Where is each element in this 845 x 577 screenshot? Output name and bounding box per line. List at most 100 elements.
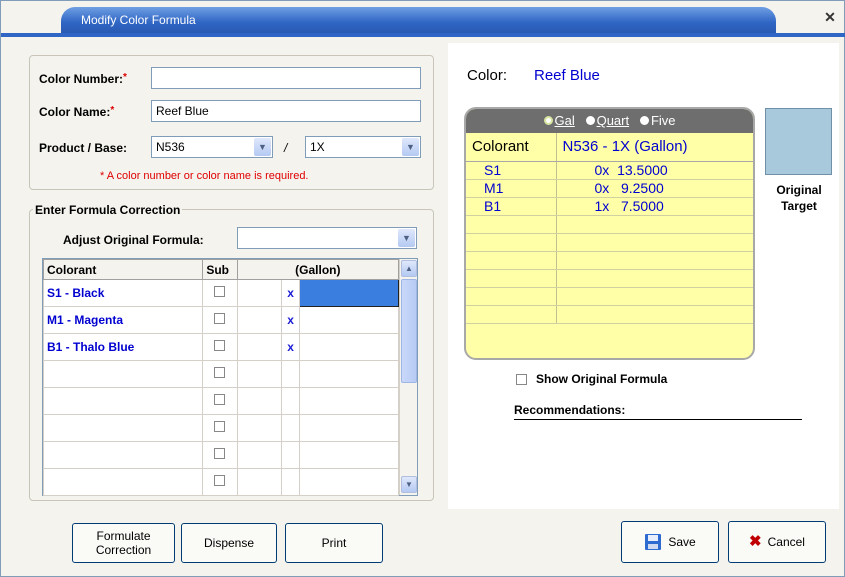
formula-row: S1 0x 13.5000 [466,161,753,180]
sub-cell [202,333,238,361]
color-label: Color: [467,67,508,84]
count-cell[interactable] [236,468,283,496]
sub-cell [202,441,238,469]
amount-cell[interactable] [299,468,399,496]
colorant-cell[interactable] [42,468,204,496]
amount-cell-selected[interactable] [299,279,399,307]
original-target-label: Original Target [767,182,831,214]
scroll-down-icon[interactable]: ▼ [401,476,417,493]
count-cell[interactable] [236,360,283,388]
sub-checkbox[interactable] [214,394,226,405]
amount-cell[interactable] [299,414,399,442]
dispense-button[interactable]: Dispense [181,523,277,563]
formula-amount: 0x 9.2500 [556,179,753,198]
count-cell[interactable] [236,306,283,334]
swatch-label-line1: Original [776,183,822,197]
formula-colorant [466,215,557,234]
product-select[interactable]: N536 ▼ [151,136,273,158]
formula-colorant [466,251,557,270]
sub-checkbox[interactable] [214,367,226,378]
colorant-cell[interactable] [42,387,204,415]
x-mark: x [280,279,301,307]
color-name-label: Color Name:* [39,105,115,119]
amount-cell[interactable] [299,333,399,361]
x-mark: x [280,306,301,334]
color-value: Reef Blue [534,67,600,84]
correction-group-title: Enter Formula Correction [33,203,183,217]
unit-quart-radio[interactable]: Quart [585,113,629,128]
sub-cell [202,468,238,496]
sub-checkbox[interactable] [214,421,226,432]
count-cell[interactable] [236,441,283,469]
cancel-label: Cancel [767,535,805,549]
print-label: Print [321,536,347,550]
adjust-original-select[interactable]: ▼ [237,227,417,249]
x-cell [280,360,301,388]
colorant-cell[interactable] [42,441,204,469]
table-row: B1 - Thalo Blue x [42,333,399,361]
chevron-down-icon: ▼ [402,138,419,156]
table-row [42,468,399,496]
count-cell[interactable] [236,279,283,307]
formulate-label-line1: Formulate [96,529,151,543]
sub-checkbox[interactable] [214,475,226,486]
show-original-checkbox[interactable] [516,374,527,385]
save-button[interactable]: Save [621,521,719,563]
formula-amount [556,215,753,234]
cancel-x-icon: ✖ [749,533,762,550]
count-cell[interactable] [236,414,283,442]
swatch-label-line2: Target [781,199,817,213]
formula-colorant-header: Colorant [466,133,557,162]
sub-cell [202,279,238,307]
formula-table: Colorant N536 - 1X (Gallon) S1 0x 13.5000… [466,133,753,324]
sub-cell [202,306,238,334]
close-icon[interactable]: ✕ [820,7,840,27]
base-select[interactable]: 1X ▼ [305,136,421,158]
table-row [42,387,399,415]
formula-amount [556,305,753,324]
x-cell [280,468,301,496]
sub-checkbox[interactable] [214,448,226,459]
colorant-cell[interactable]: S1 - Black [42,279,204,307]
sub-checkbox[interactable] [214,313,226,324]
count-cell[interactable] [236,387,283,415]
formula-row [466,305,753,324]
formula-colorant [466,233,557,252]
grid-scrollbar[interactable]: ▲ ▼ [399,259,417,495]
print-button[interactable]: Print [285,523,383,563]
save-icon [645,534,662,550]
dispense-label: Dispense [203,536,255,550]
formula-amount: 0x 13.5000 [556,161,753,180]
colorant-cell[interactable]: B1 - Thalo Blue [42,333,204,361]
sub-cell [202,360,238,388]
amount-cell[interactable] [299,306,399,334]
scroll-up-icon[interactable]: ▲ [401,260,417,277]
show-original-label: Show Original Formula [536,372,668,386]
title-bar: Modify Color Formula [61,7,776,33]
count-cell[interactable] [236,333,283,361]
formulate-correction-button[interactable]: Formulate Correction [72,523,175,563]
colorant-cell[interactable] [42,414,204,442]
unit-five-radio[interactable]: Five [639,113,676,128]
formula-row: B1 1x 7.5000 [466,197,753,216]
x-mark: x [280,333,301,361]
colorant-cell[interactable] [42,360,204,388]
cancel-button[interactable]: ✖ Cancel [728,521,826,563]
formula-colorant [466,305,557,324]
radio-icon [639,116,649,125]
amount-cell[interactable] [299,360,399,388]
color-name-input[interactable]: Reef Blue [151,100,421,122]
table-row [42,414,399,442]
colorant-cell[interactable]: M1 - Magenta [42,306,204,334]
color-number-input[interactable] [151,67,421,89]
sub-checkbox[interactable] [214,286,226,297]
unit-gal-radio[interactable]: Gal [543,113,575,128]
x-cell [280,414,301,442]
chevron-down-icon: ▼ [398,229,415,247]
colorant-header: Colorant [42,259,204,280]
formula-colorant: S1 [466,161,557,180]
amount-cell[interactable] [299,441,399,469]
amount-cell[interactable] [299,387,399,415]
sub-checkbox[interactable] [214,340,226,351]
scroll-thumb[interactable] [401,279,417,383]
